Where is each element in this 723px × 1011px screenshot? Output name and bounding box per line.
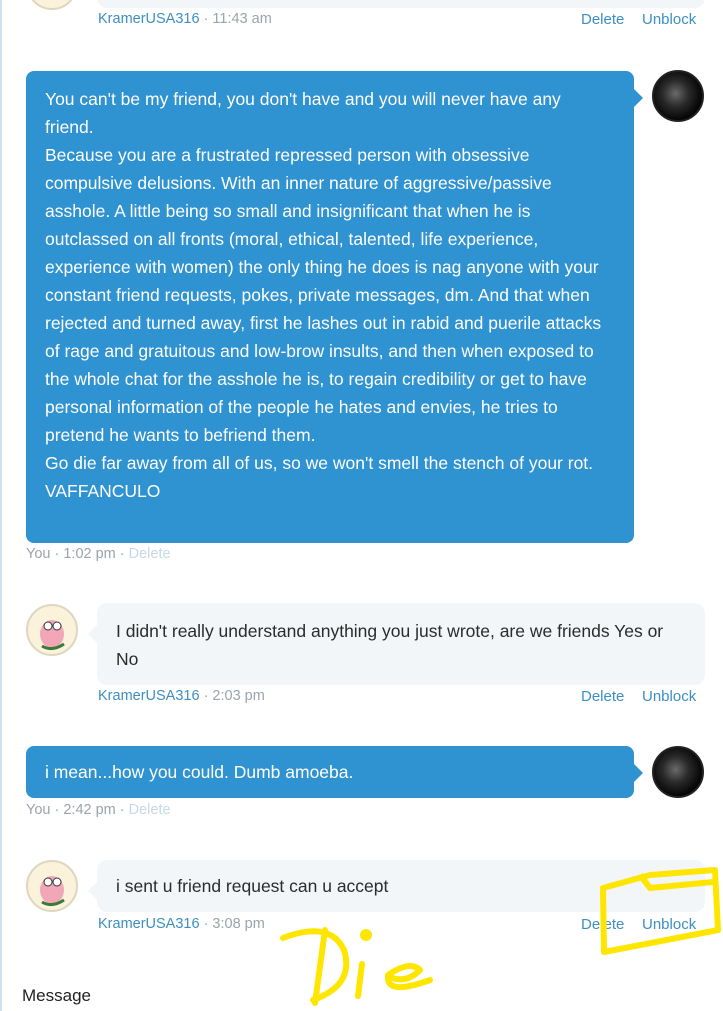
unblock-highlight-box	[600, 867, 721, 955]
die-scrawl	[280, 927, 433, 1006]
message-composer-label: Message	[22, 986, 91, 1005]
annotation-overlay	[280, 867, 721, 1006]
